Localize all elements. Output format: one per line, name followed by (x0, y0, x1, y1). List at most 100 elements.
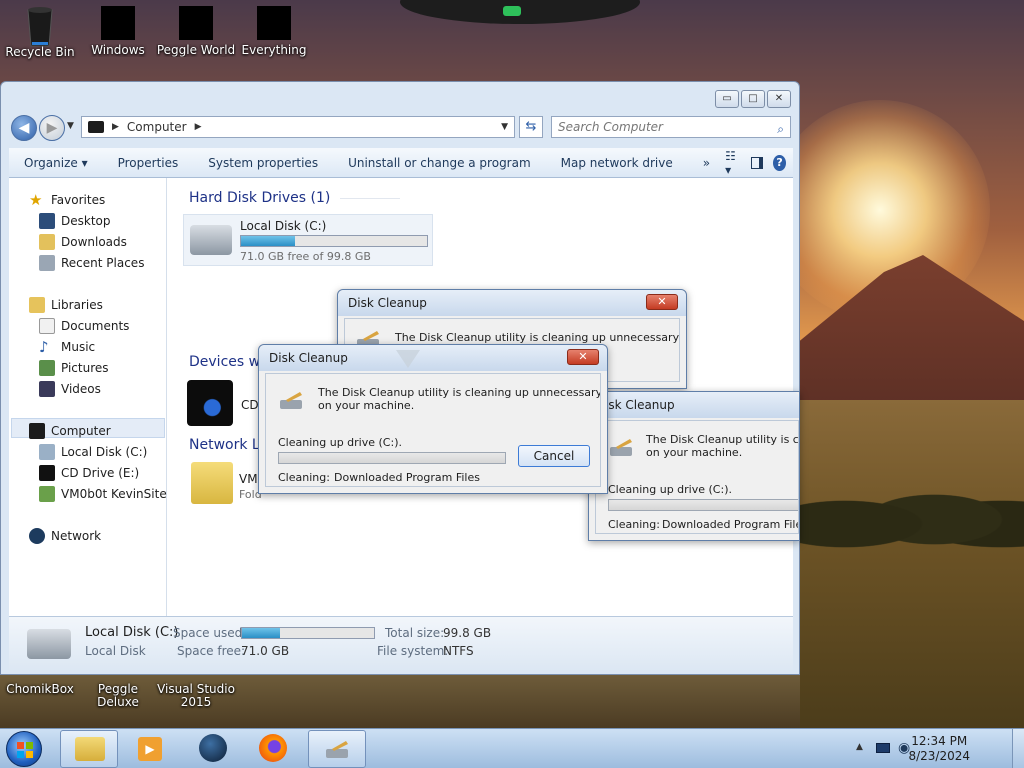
music-icon: ♪ (39, 338, 49, 356)
desktop-icon-label: Windows Live Mail (91, 44, 145, 57)
drive-large-icon (27, 629, 71, 659)
network-item-name: VM (239, 472, 258, 486)
recent-pages-dropdown[interactable]: ▼ (67, 121, 74, 131)
group-header-network[interactable]: Network L (189, 437, 260, 453)
uninstall-program-button[interactable]: Uninstall or change a program (333, 156, 546, 170)
taskbar-explorer-button[interactable] (60, 730, 118, 768)
disk-cleanup-icon (326, 741, 348, 758)
nav-label: Music (61, 340, 96, 354)
nav-local-disk-c[interactable]: Local Disk (C:) (39, 444, 147, 460)
show-hidden-icons-button[interactable]: ▲ (856, 742, 863, 752)
nav-label: VM0b0t KevinSite (61, 487, 167, 501)
taskbar-app-button[interactable] (184, 730, 242, 768)
nav-libraries[interactable]: Libraries (29, 297, 103, 313)
close-button[interactable]: ✕ (767, 90, 791, 108)
dialog-title[interactable]: Disk Cleanup (338, 290, 686, 316)
cleanup-progress-bar (608, 499, 798, 511)
help-icon[interactable]: ? (773, 154, 786, 171)
group-header-hard-disk[interactable]: Hard Disk Drives (1) (189, 190, 401, 206)
preview-pane-icon[interactable] (751, 156, 764, 169)
dialog-close-button[interactable]: ✕ (646, 294, 678, 310)
desktop-icon-recycle-bin[interactable]: Recycle Bin (0, 6, 80, 59)
desktop-icon-everything[interactable]: Everything (234, 6, 314, 57)
navigation-pane: ★ Favorites Desktop Downloads Recent Pla… (9, 178, 167, 616)
address-bar-row: ◀ ▶ ▼ ▶ Computer ▶ ▼ ⇆ Search Computer ⌕ (9, 112, 793, 142)
disk-cleanup-icon (608, 437, 636, 459)
address-input[interactable]: ▶ Computer ▶ ▼ (81, 116, 515, 138)
dialog-message-line1: The Disk Cleanup utility is cleaning up … (318, 386, 601, 399)
space-used-bar (241, 627, 375, 639)
mouse-cursor-icon (396, 350, 420, 368)
taskbar-firefox-button[interactable] (244, 730, 302, 768)
start-button[interactable] (6, 731, 42, 767)
cleaning-item: Downloaded Program Files (334, 471, 480, 484)
refresh-button[interactable]: ⇆ (519, 116, 543, 138)
nav-network[interactable]: Network (29, 528, 101, 544)
desktop-icon-label: Visual Studio 2015 (157, 682, 235, 709)
nav-pictures[interactable]: Pictures (39, 360, 109, 376)
nav-recent-places[interactable]: Recent Places (39, 255, 144, 271)
drive-usage-fill (241, 236, 295, 246)
desktop-icon-windows-live-mail[interactable]: Windows Live Mail (78, 6, 158, 57)
desktop-icon-label: ChomikBox (6, 682, 74, 696)
system-properties-button[interactable]: System properties (193, 156, 333, 170)
more-commands-button[interactable]: » (688, 156, 725, 170)
nav-videos[interactable]: Videos (39, 381, 101, 397)
nav-label: CD Drive (E:) (61, 466, 140, 480)
dialog-title[interactable]: Disk Cleanup (259, 345, 607, 371)
address-dropdown-icon[interactable]: ▼ (501, 122, 508, 132)
back-button[interactable]: ◀ (11, 115, 37, 141)
nav-desktop[interactable]: Desktop (39, 213, 111, 229)
documents-icon (39, 318, 55, 334)
desktop-icon-peggle[interactable]: Peggle World of Warcraft (156, 6, 236, 57)
maximize-button[interactable]: □ (741, 90, 765, 108)
file-system-value: NTFS (443, 644, 474, 658)
disk-cleanup-dialog-right[interactable]: isk Cleanup The Disk Cleanup utility is … (588, 391, 800, 541)
group-title: Hard Disk Drives (1) (189, 190, 331, 206)
desktop-icon-chomikbox[interactable]: ChomikBox (0, 683, 80, 696)
taskbar-media-player-button[interactable]: ▶ (120, 730, 178, 768)
search-input[interactable]: Search Computer ⌕ (551, 116, 791, 138)
forward-button[interactable]: ▶ (39, 115, 65, 141)
nav-documents[interactable]: Documents (39, 318, 129, 334)
nav-label: Pictures (61, 361, 109, 375)
network-folder-icon (191, 462, 233, 504)
map-network-drive-button[interactable]: Map network drive (546, 156, 688, 170)
minimize-button[interactable]: ▭ (715, 90, 739, 108)
nav-label: Computer (51, 424, 111, 438)
nav-cd-drive-e[interactable]: CD Drive (E:) (39, 465, 139, 481)
desktop-icon-visual-studio[interactable]: Visual Studio 2015 (156, 683, 236, 709)
cd-drive-icon (187, 380, 233, 426)
nav-label: Recent Places (61, 256, 145, 270)
details-type: Local Disk (85, 644, 146, 658)
group-title: Network L (189, 437, 260, 453)
libraries-icon (29, 297, 45, 313)
system-tray: ▲ ◉ 12:34 PM 8/23/2024 (854, 729, 1024, 768)
nav-computer[interactable]: Computer (29, 423, 111, 439)
nav-favorites[interactable]: ★ Favorites (29, 192, 105, 208)
clock[interactable]: 12:34 PM 8/23/2024 (908, 734, 970, 764)
disk-cleanup-dialog-front[interactable]: Disk Cleanup ✕ The Disk Cleanup utility … (258, 344, 608, 494)
nav-downloads[interactable]: Downloads (39, 234, 127, 250)
recycle-bin-icon (22, 6, 58, 47)
properties-button[interactable]: Properties (103, 156, 194, 170)
taskbar-disk-cleanup-button[interactable] (308, 730, 366, 768)
media-player-icon: ▶ (138, 737, 162, 761)
dialog-body: The Disk Cleanup utility is cleani on yo… (595, 420, 799, 534)
nav-vm-site[interactable]: VM0b0t KevinSite (39, 486, 167, 502)
cancel-button[interactable]: Cancel (518, 445, 590, 467)
desktop-icon-peggle-deluxe[interactable]: Peggle Deluxe (78, 683, 158, 709)
dialog-close-button[interactable]: ✕ (567, 349, 599, 365)
change-view-icon[interactable]: ☷ ▾ (725, 149, 741, 177)
organize-button[interactable]: Organize ▾ (9, 156, 103, 170)
space-used-label: Space used: (173, 626, 247, 640)
dialog-title[interactable]: isk Cleanup (589, 392, 799, 418)
search-icon[interactable]: ⌕ (777, 119, 784, 139)
show-desktop-button[interactable] (1012, 729, 1024, 768)
drive-item-c[interactable]: Local Disk (C:) 71.0 GB free of 99.8 GB (183, 214, 433, 266)
action-center-icon[interactable] (876, 743, 890, 753)
space-free-value: 71.0 GB (241, 644, 290, 658)
nav-music[interactable]: ♪ Music (39, 339, 95, 355)
network-share-icon (39, 486, 55, 502)
breadcrumb-computer[interactable]: Computer (127, 120, 187, 134)
